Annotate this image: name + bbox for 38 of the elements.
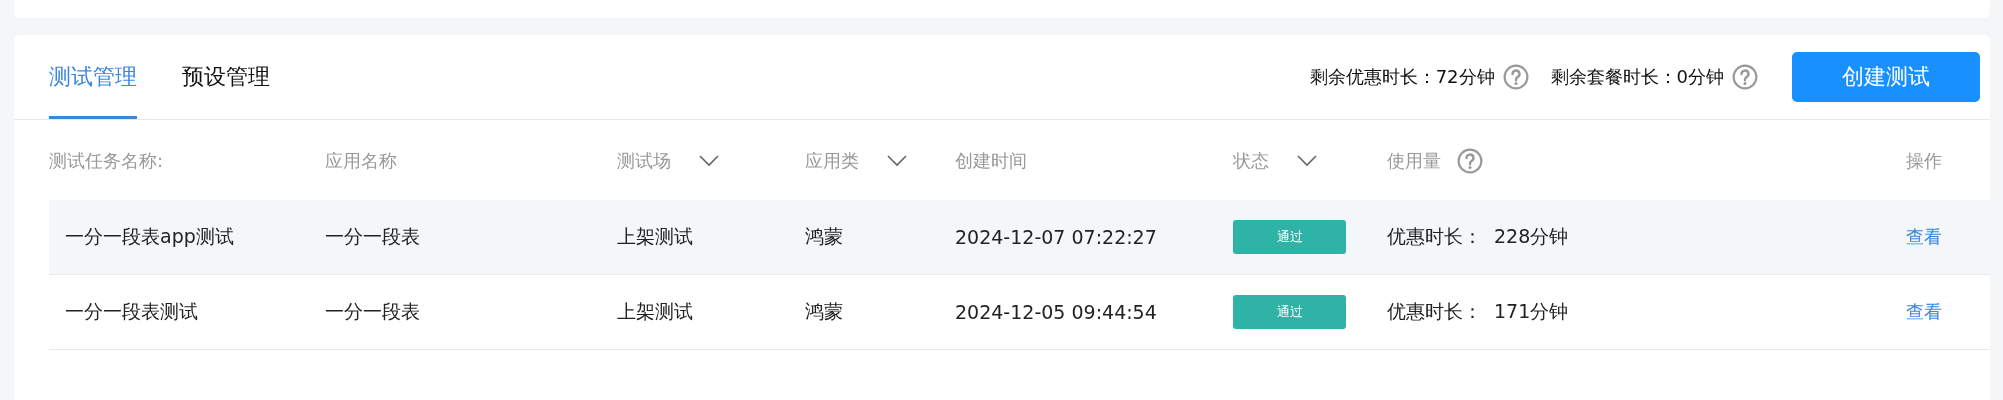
tab[interactable]: 测试管理 (49, 38, 137, 119)
help-icon[interactable] (1502, 64, 1529, 90)
create-button[interactable]: 创建测试 (1792, 52, 1980, 102)
table-cell-text: 一分一段表测试 (65, 299, 198, 324)
quota-text: 剩余优惠时长：72分钟 (1309, 65, 1495, 89)
column-header: 操作 (1906, 149, 1942, 173)
column-header: 应用名称 (325, 149, 397, 173)
table-cell-text: 上架测试 (617, 299, 693, 324)
table-cell-text: 一分一段表 (325, 224, 420, 249)
usage-label: 优惠时长： (1387, 299, 1482, 324)
chevron-down-icon[interactable] (1297, 155, 1317, 167)
table-cell-text: 一分一段表app测试 (65, 224, 234, 249)
column-header: 创建时间 (955, 149, 1027, 173)
status-badge: 通过 (1233, 220, 1346, 254)
quota-text: 剩余套餐时长：0分钟 (1550, 65, 1724, 89)
column-header: 使用量 (1387, 149, 1441, 173)
column-header: 应用类 (805, 149, 859, 173)
table-cell-text: 上架测试 (617, 224, 693, 249)
tab[interactable]: 预设管理 (182, 38, 270, 119)
table-cell-text: 一分一段表 (325, 299, 420, 324)
usage-value: 228分钟 (1494, 224, 1569, 249)
table-cell: 2024-12-07 07:22:27 (955, 226, 1157, 248)
column-header: 测试场 (617, 149, 671, 173)
row-highlight[interactable]: 一分一段表app测试 一分一段表 上架测试 鸿蒙 2024-12-07 07:22:27 通过 优惠时长： 228分钟 查看 (49, 200, 1990, 275)
status-badge: 通过 (1233, 295, 1346, 329)
column-header: 状态 (1233, 149, 1269, 173)
table-cell-text: 鸿蒙 (805, 299, 843, 324)
column-header: 测试任务名称: (49, 149, 164, 173)
chevron-down-icon[interactable] (699, 155, 719, 167)
table-cell-text: 鸿蒙 (805, 224, 843, 249)
table-cell: 2024-12-05 09:44:54 (955, 301, 1157, 323)
help-icon[interactable] (1457, 148, 1483, 174)
usage-value: 171分钟 (1494, 299, 1569, 324)
help-icon[interactable] (1732, 64, 1758, 90)
view-link[interactable]: 查看 (1906, 300, 1942, 324)
usage-label: 优惠时长： (1387, 224, 1482, 249)
chevron-down-icon[interactable] (887, 155, 907, 167)
view-link[interactable]: 查看 (1906, 225, 1942, 249)
